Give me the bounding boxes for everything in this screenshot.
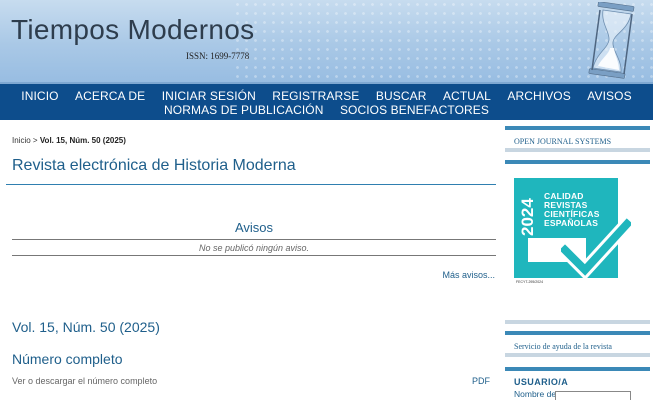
mas-avisos-link[interactable]: Más avisos... bbox=[442, 270, 495, 280]
nav-item-buscar[interactable]: BUSCAR bbox=[376, 89, 427, 103]
pdf-link[interactable]: PDF bbox=[472, 376, 490, 386]
hourglass-icon bbox=[588, 2, 635, 79]
breadcrumb-current: Vol. 15, Núm. 50 (2025) bbox=[39, 136, 126, 145]
username-input[interactable] bbox=[555, 391, 631, 400]
badge-caption: FECYT-295/2024 bbox=[516, 280, 544, 284]
breadcrumb: Inicio > Vol. 15, Núm. 50 (2025) bbox=[12, 136, 126, 145]
divider bbox=[12, 239, 496, 240]
ojs-block: OPEN JOURNAL SYSTEMS bbox=[505, 126, 650, 152]
fecyt-block: 2024 CALIDAD REVISTAS CIENTÍFICAS ESPAÑO… bbox=[505, 160, 650, 324]
issn-label: ISSN: 1699-7778 bbox=[186, 51, 250, 61]
nav-item-normas[interactable]: NORMAS DE PUBLICACIÓN bbox=[164, 103, 323, 117]
ayuda-link[interactable]: Servicio de ayuda de la revista bbox=[514, 342, 612, 351]
site-title[interactable]: Tiempos Modernos bbox=[11, 14, 254, 46]
usuario-field-label: Nombre de usuario/a bbox=[514, 389, 557, 400]
nav-item-avisos[interactable]: AVISOS bbox=[587, 89, 631, 103]
nav-item-archivos[interactable]: ARCHIVOS bbox=[507, 89, 570, 103]
ojs-link[interactable]: OPEN JOURNAL SYSTEMS bbox=[514, 137, 611, 146]
nav-item-iniciar-sesion[interactable]: INICIAR SESIÓN bbox=[162, 89, 256, 103]
usuario-heading: USUARIO/A bbox=[514, 377, 569, 387]
main-content: Inicio > Vol. 15, Núm. 50 (2025) Revista… bbox=[0, 122, 500, 400]
issue-title: Vol. 15, Núm. 50 (2025) bbox=[12, 319, 160, 335]
usuario-block: USUARIO/A Nombre de usuario/a bbox=[505, 367, 650, 400]
no-avisos-message: No se publicó ningún aviso. bbox=[198, 243, 310, 253]
badge-year: 2024 bbox=[518, 198, 537, 236]
nav-item-actual[interactable]: ACTUAL bbox=[443, 89, 491, 103]
avisos-heading: Avisos bbox=[234, 220, 274, 235]
breadcrumb-home[interactable]: Inicio bbox=[12, 136, 31, 145]
ayuda-block: Servicio de ayuda de la revista bbox=[505, 331, 650, 357]
sidebar: OPEN JOURNAL SYSTEMS 2024 CALIDAD REVIST… bbox=[505, 122, 653, 400]
journal-title: Revista electrónica de Historia Moderna bbox=[12, 157, 296, 174]
nav-item-registrarse[interactable]: REGISTRARSE bbox=[272, 89, 359, 103]
main-nav: INICIO ACERCA DE INICIAR SESIÓN REGISTRA… bbox=[0, 82, 653, 120]
breadcrumb-separator: > bbox=[30, 136, 40, 145]
numero-completo-heading: Número completo bbox=[12, 351, 123, 367]
check-icon bbox=[561, 216, 631, 278]
nav-item-inicio[interactable]: INICIO bbox=[21, 89, 58, 103]
badge-caption-area: FECYT-295/2024 bbox=[514, 278, 618, 298]
divider bbox=[6, 184, 496, 185]
nav-item-acerca-de[interactable]: ACERCA DE bbox=[75, 89, 145, 103]
site-header: Tiempos Modernos ISSN: 1699-7778 bbox=[0, 0, 653, 82]
nav-item-socios[interactable]: SOCIOS BENEFACTORES bbox=[340, 103, 489, 117]
ver-descargar-text: Ver o descargar el número completo bbox=[12, 376, 158, 386]
divider bbox=[12, 255, 496, 256]
